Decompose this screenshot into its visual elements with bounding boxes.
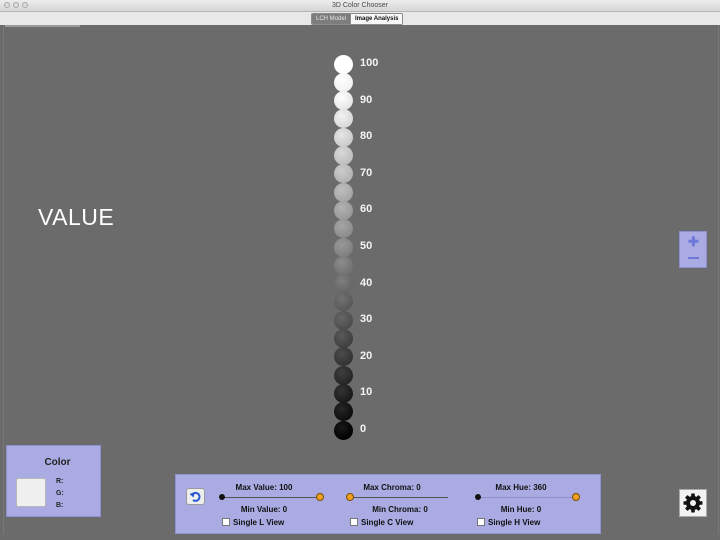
value-scale: 100 90 80 70 60 50 40 30 20 10 0 bbox=[0, 0, 720, 540]
value-tick-label: 90 bbox=[360, 93, 373, 106]
undo-arrow-icon bbox=[189, 491, 201, 502]
value-sphere-75[interactable] bbox=[333, 146, 353, 165]
color-swatch[interactable] bbox=[16, 478, 46, 507]
settings-button[interactable] bbox=[679, 489, 707, 517]
gear-icon bbox=[683, 493, 703, 513]
value-sphere-0[interactable] bbox=[333, 420, 353, 440]
minus-icon[interactable] bbox=[688, 257, 699, 259]
value-tick-label: 80 bbox=[360, 130, 373, 143]
single-l-view-label: Single L View bbox=[233, 518, 285, 527]
value-tick-label: 0 bbox=[360, 423, 367, 435]
value-tick-label: 60 bbox=[360, 203, 373, 216]
value-sphere-55[interactable] bbox=[333, 219, 353, 239]
single-h-view-checkbox[interactable]: Single H View bbox=[477, 518, 540, 527]
min-value-handle[interactable] bbox=[219, 494, 225, 500]
value-sphere-85[interactable] bbox=[333, 109, 353, 129]
value-track[interactable] bbox=[222, 497, 320, 498]
value-sphere-80[interactable] bbox=[333, 127, 353, 147]
single-c-view-checkbox[interactable]: Single C View bbox=[350, 518, 413, 527]
chroma-handle[interactable] bbox=[346, 493, 354, 501]
b-label: B: bbox=[56, 502, 64, 509]
single-l-view-checkbox[interactable]: Single L View bbox=[222, 518, 284, 527]
r-label: R: bbox=[56, 478, 64, 485]
min-chroma-label: Min Chroma: 0 bbox=[372, 505, 428, 514]
value-sphere-95[interactable] bbox=[333, 72, 353, 92]
value-tick-label: 10 bbox=[360, 386, 373, 399]
value-sphere-50[interactable] bbox=[333, 237, 353, 257]
min-hue-handle[interactable] bbox=[475, 494, 481, 500]
value-sphere-65[interactable] bbox=[333, 182, 353, 202]
color-panel: Color R: G: B: bbox=[6, 445, 101, 517]
value-tick-label: 100 bbox=[360, 57, 379, 69]
value-sphere-60[interactable] bbox=[333, 200, 353, 220]
value-sphere-20[interactable] bbox=[333, 347, 353, 367]
checkbox-icon[interactable] bbox=[477, 518, 485, 526]
value-sphere-10[interactable] bbox=[333, 383, 353, 403]
value-sphere-90[interactable] bbox=[333, 91, 353, 111]
plus-icon[interactable]: ✚ bbox=[688, 235, 699, 248]
single-c-view-label: Single C View bbox=[361, 518, 414, 527]
max-value-label: Max Value: 100 bbox=[235, 483, 293, 492]
hue-track[interactable] bbox=[478, 497, 576, 498]
value-tick-label: 50 bbox=[360, 240, 373, 252]
value-tick-label: 40 bbox=[360, 276, 373, 289]
min-value-label: Min Value: 0 bbox=[240, 505, 288, 514]
value-sphere-40[interactable] bbox=[333, 274, 353, 294]
max-chroma-label: Max Chroma: 0 bbox=[363, 483, 421, 492]
zoom-control: ✚ bbox=[679, 231, 707, 268]
value-sphere-70[interactable] bbox=[333, 164, 353, 184]
value-sphere-30[interactable] bbox=[333, 310, 353, 330]
max-hue-handle[interactable] bbox=[572, 493, 580, 501]
min-hue-label: Min Hue: 0 bbox=[500, 505, 542, 514]
g-label: G: bbox=[56, 490, 64, 497]
value-tick-label: 70 bbox=[360, 166, 373, 179]
single-h-view-label: Single H View bbox=[488, 518, 541, 527]
value-sphere-5[interactable] bbox=[333, 402, 353, 422]
value-sphere-25[interactable] bbox=[333, 329, 353, 348]
chroma-track[interactable] bbox=[350, 497, 448, 498]
value-tick-label: 30 bbox=[360, 313, 373, 326]
checkbox-icon[interactable] bbox=[222, 518, 230, 526]
range-controls: Max Value: 100 Min Value: 0 Single L Vie… bbox=[175, 474, 601, 534]
reset-button[interactable] bbox=[186, 488, 205, 505]
value-sphere-45[interactable] bbox=[333, 255, 353, 275]
checkbox-icon[interactable] bbox=[350, 518, 358, 526]
value-tick-label: 20 bbox=[360, 349, 373, 362]
value-sphere-15[interactable] bbox=[333, 365, 353, 385]
color-panel-label: Color bbox=[44, 457, 71, 468]
value-sphere-35[interactable] bbox=[333, 292, 353, 312]
value-sphere-100[interactable] bbox=[333, 54, 353, 74]
max-value-handle[interactable] bbox=[316, 493, 324, 501]
max-hue-label: Max Hue: 360 bbox=[495, 483, 547, 492]
